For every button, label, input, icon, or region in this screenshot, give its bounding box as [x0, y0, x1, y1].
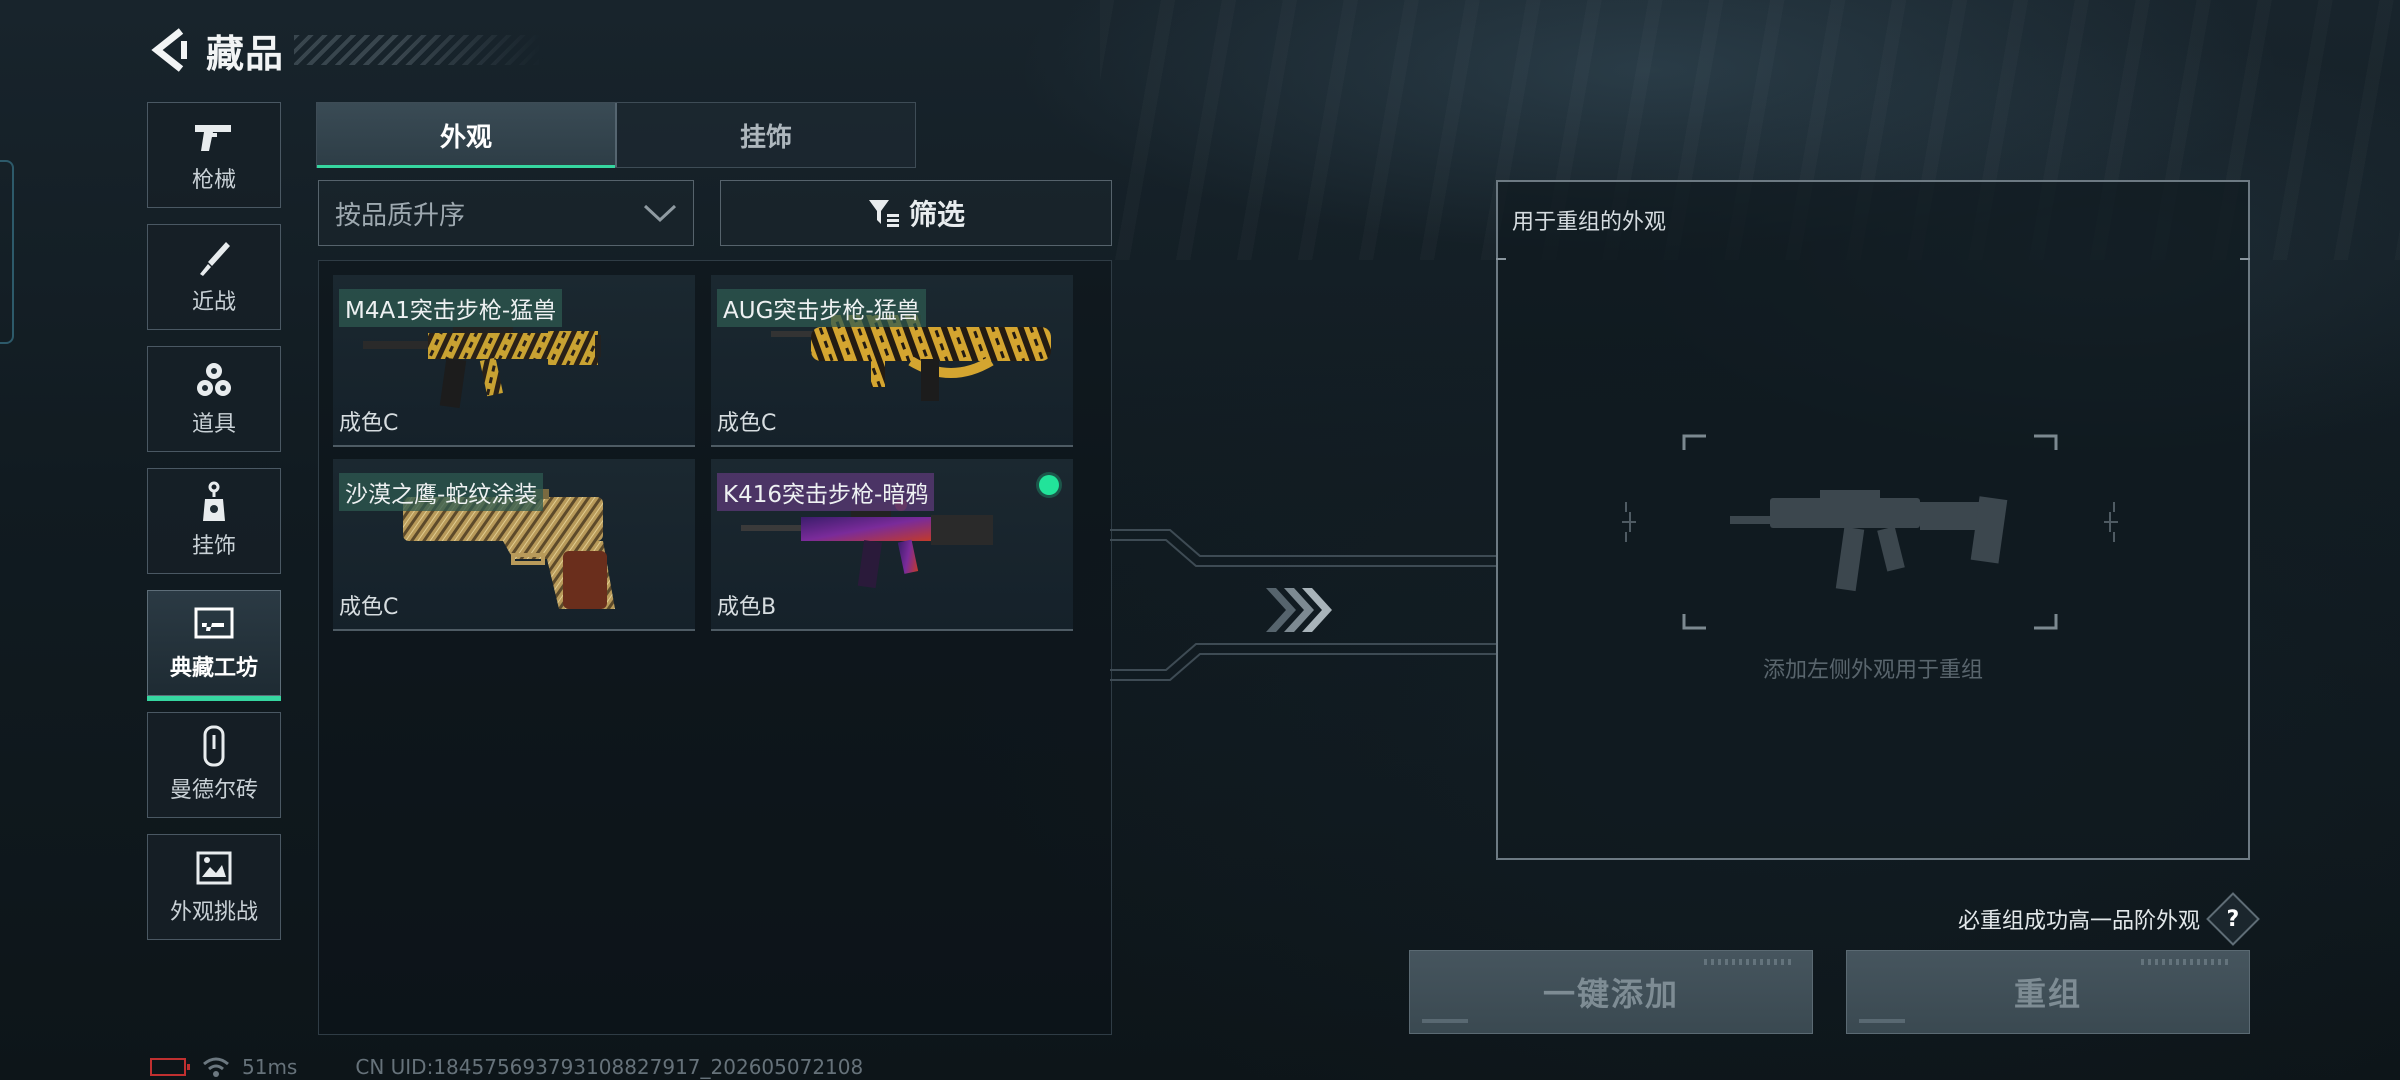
uid-text: CN UID:18457569379310882791​7_2026050721…: [355, 1055, 864, 1079]
sidebar-item-label: 挂饰: [191, 534, 236, 559]
recombine-button[interactable]: 重组: [1846, 950, 2250, 1034]
header: 藏品: [150, 22, 545, 78]
battery-icon: [150, 1058, 190, 1076]
charm-icon: [192, 481, 236, 522]
item-name: 沙漠之鹰-蛇纹涂装: [339, 473, 544, 511]
sidebar-item-label: 曼德尔砖: [169, 778, 258, 803]
pistol-icon: [192, 116, 236, 156]
item-name: AUG突击步枪-猛兽: [717, 289, 926, 327]
ping-value: 51ms: [242, 1055, 298, 1079]
button-decoration: [1422, 1019, 1468, 1023]
sort-value: 按品质升序: [335, 200, 466, 231]
collection-tabs: 外观 挂饰: [316, 102, 916, 168]
equipped-indicator: [1039, 475, 1059, 495]
recombine-note: 必重组成功高一品阶外观 ?: [1957, 892, 2260, 946]
sidebar-item-label: 道具: [191, 412, 236, 437]
chevron-down-icon: [643, 204, 677, 223]
sidebar-item-mandel-brick[interactable]: 曼德尔砖: [147, 712, 281, 818]
item-condition: 成色B: [717, 595, 777, 620]
button-decoration: [1859, 1019, 1905, 1023]
item-condition: 成色C: [717, 411, 777, 436]
filter-icon: [868, 200, 899, 227]
button-decoration: [1704, 959, 1794, 965]
sidebar-item-label: 典藏工坊: [169, 656, 258, 681]
item-card[interactable]: M4A1突击步枪-猛兽 成色C: [333, 275, 695, 447]
recombine-panel-title: 用于重组的外观: [1512, 210, 1667, 235]
challenge-image-icon: [192, 848, 236, 888]
back-button[interactable]: [150, 26, 192, 74]
item-name: M4A1突击步枪-猛兽: [339, 289, 563, 327]
sidebar-item-label: 近战: [191, 290, 236, 315]
workshop-icon: [192, 604, 236, 644]
collection-screen: 藏品 枪械 近战 道具 挂饰 典藏工坊 曼德尔砖 外观挑战 外观 挂饰 按品质升…: [0, 0, 2400, 1080]
help-icon: ?: [2226, 906, 2240, 932]
recombine-label: 重组: [2013, 975, 2082, 1013]
item-card[interactable]: 沙漠之鹰-蛇纹涂装 成色C: [333, 459, 695, 631]
recombine-hint: 添加左侧外观用于重组: [1762, 658, 1983, 683]
item-card[interactable]: K416突击步枪-暗鸦 成色B: [711, 459, 1073, 631]
item-condition: 成色C: [339, 411, 399, 436]
sidebar-item-workshop[interactable]: 典藏工坊: [147, 590, 281, 701]
mandel-brick-icon: [192, 725, 236, 767]
recombine-slot[interactable]: [1620, 432, 2120, 632]
tab-charms[interactable]: 挂饰: [615, 103, 915, 167]
sidebar-item-label: 枪械: [191, 168, 236, 193]
add-all-button[interactable]: 一键添加: [1409, 950, 1813, 1034]
sidebar-item-guns[interactable]: 枪械: [147, 102, 281, 208]
filter-button[interactable]: 筛选: [720, 180, 1112, 246]
item-name: K416突击步枪-暗鸦: [717, 473, 935, 511]
tab-appearance[interactable]: 外观: [317, 103, 615, 168]
back-arrow-icon: [151, 28, 187, 72]
help-button[interactable]: ?: [2206, 892, 2260, 946]
sidebar-item-props[interactable]: 道具: [147, 346, 281, 452]
knife-icon: [192, 238, 236, 278]
add-all-label: 一键添加: [1542, 975, 1679, 1013]
title-decoration: [294, 35, 545, 65]
sidebar-item-charms[interactable]: 挂饰: [147, 468, 281, 574]
item-card[interactable]: AUG突击步枪-猛兽 成色C: [711, 275, 1073, 447]
button-decoration: [2141, 959, 2231, 965]
item-condition: 成色C: [339, 595, 399, 620]
recombine-panel: 用于重组的外观 添加左侧外观用于重组: [1496, 180, 2250, 860]
sidebar-item-label: 外观挑战: [169, 900, 258, 925]
panel-tick: [1496, 258, 1506, 260]
edge-handle[interactable]: [0, 160, 14, 344]
note-text: 必重组成功高一品阶外观: [1957, 909, 2200, 934]
filter-label: 筛选: [908, 198, 965, 231]
appearance-grid: M4A1突击步枪-猛兽 成色C AUG突击步枪-猛兽 成色C 沙漠之鹰-蛇纹涂装…: [318, 260, 1112, 1035]
sort-dropdown[interactable]: 按品质升序: [318, 180, 694, 246]
chevrons-right-icon: [1266, 588, 1332, 632]
grenades-icon: [192, 360, 236, 400]
wifi-icon: [203, 1057, 229, 1077]
panel-tick: [2240, 258, 2250, 260]
page-title: 藏品: [206, 31, 285, 76]
rifle-silhouette-icon: [1730, 490, 2008, 592]
sidebar-item-challenge[interactable]: 外观挑战: [147, 834, 281, 940]
status-bar: 51ms CN UID:18457569379310882791​7_20260…: [150, 1055, 863, 1079]
category-sidebar: 枪械 近战 道具 挂饰 典藏工坊 曼德尔砖 外观挑战: [147, 102, 285, 956]
sidebar-item-melee[interactable]: 近战: [147, 224, 281, 330]
